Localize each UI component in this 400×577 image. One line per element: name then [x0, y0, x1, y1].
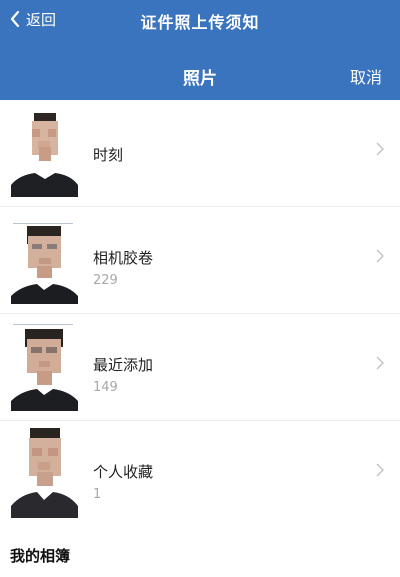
album-count: 149 — [93, 380, 118, 395]
album-thumbnail — [11, 428, 78, 518]
album-label: 个人收藏 — [93, 463, 154, 481]
section-title-my-albums: 我的相簿 — [10, 547, 71, 565]
album-thumbnail — [11, 107, 78, 197]
chevron-right-icon — [376, 142, 384, 156]
album-item-favorites[interactable]: 个人收藏 1 — [0, 421, 400, 527]
page-title: 证件照上传须知 — [140, 13, 260, 32]
album-thumbnail — [11, 214, 78, 304]
album-count: 229 — [93, 273, 118, 288]
album-thumbnail — [11, 321, 78, 411]
album-label: 最近添加 — [93, 356, 154, 374]
navigation-header: 返回 证件照上传须知 照片 取消 — [0, 0, 400, 100]
chevron-right-icon — [376, 463, 384, 477]
album-label: 相机胶卷 — [93, 249, 154, 267]
album-list: 时刻 相机胶卷 229 最近添加 149 个人收藏 1 — [0, 100, 400, 527]
album-item-recently-added[interactable]: 最近添加 149 — [0, 314, 400, 421]
album-item-camera-roll[interactable]: 相机胶卷 229 — [0, 207, 400, 314]
album-count: 1 — [93, 487, 102, 502]
chevron-right-icon — [376, 356, 384, 370]
photos-title: 照片 — [183, 69, 217, 89]
album-label: 时刻 — [93, 146, 124, 164]
chevron-right-icon — [376, 249, 384, 263]
album-item-moments[interactable]: 时刻 — [0, 100, 400, 207]
cancel-button[interactable]: 取消 — [350, 64, 382, 88]
